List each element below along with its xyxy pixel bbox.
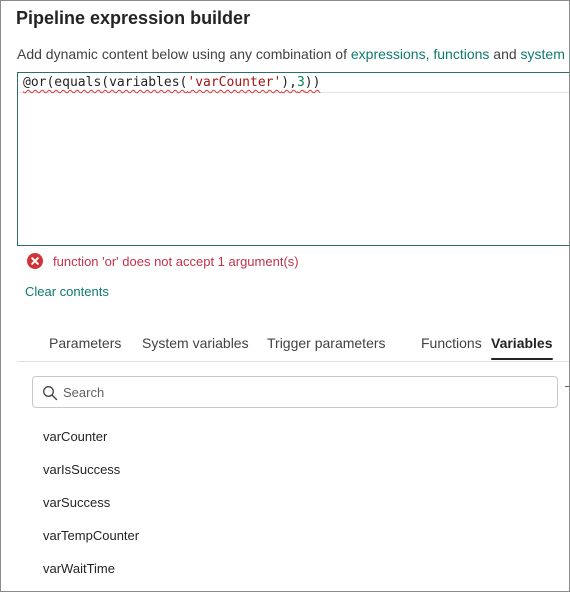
tab-system-variables[interactable]: System variables xyxy=(142,335,249,351)
search-box[interactable] xyxy=(32,376,558,408)
functions-link[interactable]: functions xyxy=(433,46,489,62)
variable-item-varcounter[interactable]: varCounter xyxy=(43,429,107,444)
variable-item-varissuccess[interactable]: varIsSuccess xyxy=(43,462,120,477)
panel-description: Add dynamic content below using any comb… xyxy=(17,46,569,62)
code-part-2: ), xyxy=(281,75,297,90)
expressions-link[interactable]: expressions, xyxy=(351,46,430,62)
code-string-literal: 'varCounter' xyxy=(187,75,282,90)
scroll-indicator xyxy=(565,386,569,387)
panel-title: Pipeline expression builder xyxy=(16,8,251,28)
search-icon xyxy=(43,386,58,401)
error-message: function 'or' does not accept 1 argument… xyxy=(53,253,299,269)
tab-trigger-parameters[interactable]: Trigger parameters xyxy=(267,335,386,351)
code-part-3: )) xyxy=(304,75,321,90)
tab-parameters[interactable]: Parameters xyxy=(49,335,121,351)
tab-variables[interactable]: Variables xyxy=(491,335,553,360)
variable-item-vartempcounter[interactable]: varTempCounter xyxy=(43,528,139,543)
variable-item-varwaittime[interactable]: varWaitTime xyxy=(43,561,115,576)
expression-editor[interactable]: @or(equals(variables('varCounter'),3)) xyxy=(17,72,569,246)
system-variables-link[interactable]: system variable xyxy=(521,46,569,62)
expression-builder-panel: Pipeline expression builder Add dynamic … xyxy=(0,0,570,592)
tab-functions[interactable]: Functions xyxy=(421,335,482,351)
validation-error: function 'or' does not accept 1 argument… xyxy=(27,253,299,269)
expression-code[interactable]: @or(equals(variables('varCounter'),3)) xyxy=(23,75,320,90)
tab-bar: Parameters System variables Trigger para… xyxy=(17,325,569,362)
clear-contents-link[interactable]: Clear contents xyxy=(25,284,109,299)
description-prefix: Add dynamic content below using any comb… xyxy=(17,46,351,62)
code-part-1: @or(equals(variables( xyxy=(23,75,188,90)
description-conjunction: and xyxy=(489,46,521,62)
code-number-literal: 3 xyxy=(296,75,305,90)
error-circle-icon xyxy=(27,253,43,269)
variable-item-varsuccess[interactable]: varSuccess xyxy=(43,495,110,510)
search-input[interactable] xyxy=(63,377,543,407)
